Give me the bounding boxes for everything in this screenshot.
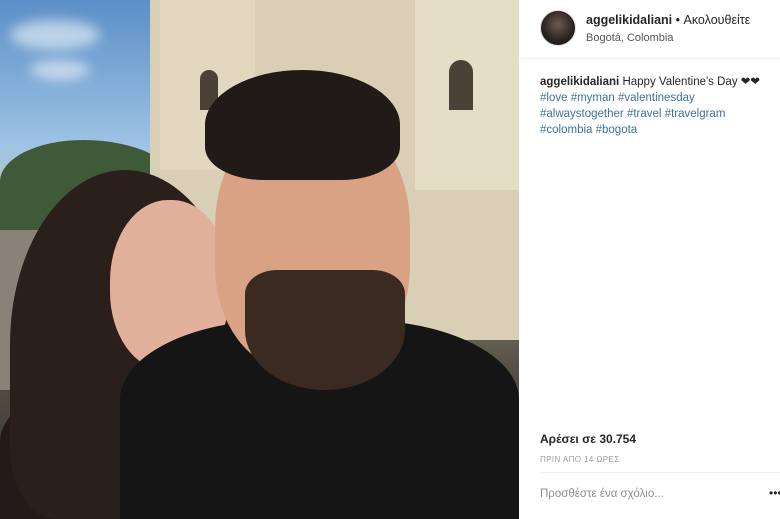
location-link[interactable]: Bogotá, Colombia bbox=[586, 32, 673, 44]
divider bbox=[540, 472, 780, 473]
caption: aggelikidaliani Happy Valentine's Day ❤❤… bbox=[540, 74, 772, 138]
post-timestamp[interactable]: ΠΡΙΝ ΑΠΟ 14 ΩΡΕΣ bbox=[540, 455, 620, 464]
following-button[interactable]: Ακολουθείτε bbox=[684, 13, 751, 27]
cloud bbox=[30, 60, 90, 80]
likes-count[interactable]: Αρέσει σε 30.754 bbox=[540, 432, 636, 446]
hashtag-link[interactable]: #travelgram bbox=[665, 108, 726, 120]
avatar[interactable] bbox=[540, 10, 576, 46]
post-photo[interactable] bbox=[0, 0, 519, 519]
username-link[interactable]: aggelikidaliani bbox=[586, 13, 672, 27]
caption-username[interactable]: aggelikidaliani bbox=[540, 76, 619, 88]
tower-window bbox=[449, 60, 473, 110]
more-options-icon[interactable]: ••• bbox=[769, 486, 780, 500]
header-user-line: aggelikidaliani • Ακολουθείτε bbox=[586, 13, 750, 27]
post-sidebar: aggelikidaliani • Ακολουθείτε Bogotá, Co… bbox=[519, 0, 780, 519]
hashtag-link[interactable]: #colombia bbox=[540, 124, 592, 136]
cloud bbox=[10, 20, 100, 50]
man-hair bbox=[205, 70, 400, 180]
hashtag-link[interactable]: #travel bbox=[627, 108, 662, 120]
hashtag-link[interactable]: #myman bbox=[571, 92, 615, 104]
post-header: aggelikidaliani • Ακολουθείτε Bogotá, Co… bbox=[519, 0, 780, 59]
hashtag-link[interactable]: #love bbox=[540, 92, 568, 104]
hashtag-link[interactable]: #alwaystogether bbox=[540, 108, 624, 120]
man-beard bbox=[245, 270, 405, 390]
separator-dot: • bbox=[675, 13, 681, 27]
hashtag-link[interactable]: #valentinesday bbox=[618, 92, 695, 104]
hashtag-link[interactable]: #bogota bbox=[596, 124, 638, 136]
caption-text: Happy Valentine's Day ❤❤ bbox=[622, 76, 761, 88]
comment-input[interactable]: Προσθέστε ένα σχόλιο... bbox=[540, 488, 664, 500]
